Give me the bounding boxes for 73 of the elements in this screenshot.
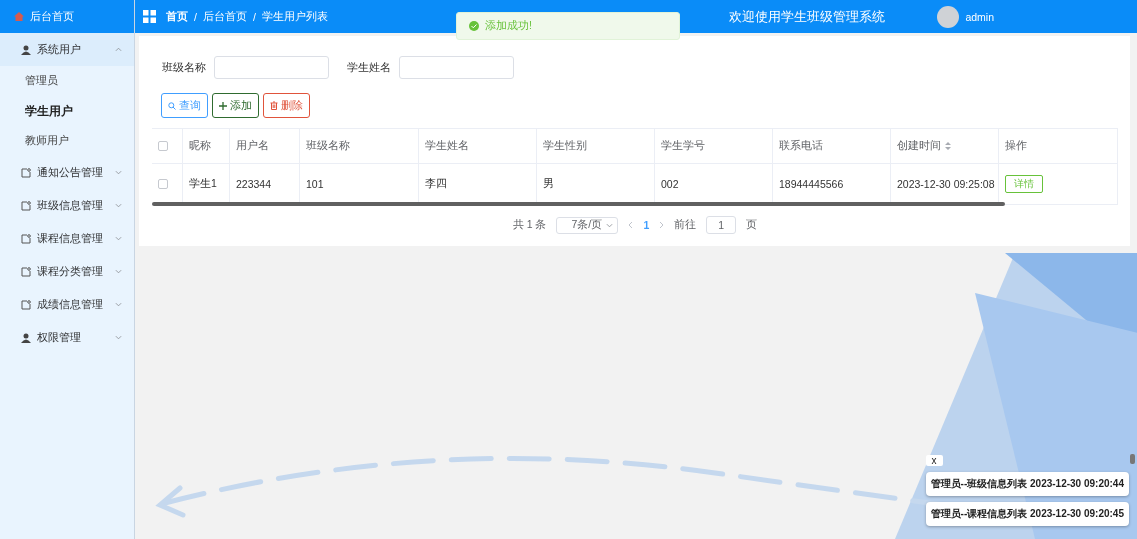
user-icon <box>21 44 31 55</box>
next-page-icon[interactable] <box>659 221 665 229</box>
sidebar-menu-item[interactable]: 通知公告管理 <box>0 156 134 189</box>
column-header: 学生姓名 <box>419 129 537 164</box>
breadcrumb-separator: / <box>194 10 197 23</box>
document-icon <box>21 299 31 310</box>
page-size-select[interactable]: 7条/页 <box>556 216 619 234</box>
vertical-scrollbar[interactable] <box>1130 454 1135 464</box>
chevron-down-icon <box>115 170 122 175</box>
sidebar-menu-item[interactable]: 课程分类管理 <box>0 255 134 288</box>
page-suffix: 页 <box>746 218 758 232</box>
sidebar-menu-item[interactable]: 成绩信息管理 <box>0 288 134 321</box>
plus-icon <box>219 101 227 110</box>
user-icon <box>21 332 31 343</box>
breadcrumb-separator: / <box>252 10 256 23</box>
menu-label: 课程信息管理 <box>37 231 104 246</box>
sidebar-submenu-item[interactable]: 管理员 <box>0 66 134 96</box>
column-header: 学生学号 <box>655 129 773 164</box>
column-header: 班级名称 <box>300 129 419 164</box>
total-count: 共 1 条 <box>512 218 547 232</box>
goto-label: 前往 <box>674 218 697 232</box>
goto-page-field[interactable]: 1 <box>706 216 737 234</box>
sidebar-menu-item[interactable]: 课程信息管理 <box>0 222 134 255</box>
input-field[interactable] <box>399 56 514 79</box>
notification-card[interactable]: 管理员--课程信息列表 2023-12-30 09:20:45 <box>925 502 1129 526</box>
filter-label: 学生姓名 <box>347 60 391 75</box>
column-header: 操作 <box>999 129 1118 164</box>
chevron-down-icon <box>115 302 122 307</box>
column-header: 昵称 <box>183 129 230 164</box>
menu-label: 系统用户 <box>37 42 82 57</box>
menu-label: 成绩信息管理 <box>37 297 104 312</box>
checkbox[interactable] <box>158 179 168 189</box>
sidebar-menu-item[interactable]: 系统用户 <box>0 33 134 66</box>
avatar[interactable] <box>937 5 960 28</box>
check-circle-icon <box>469 21 479 31</box>
menu-label: 通知公告管理 <box>37 165 104 180</box>
notification-card[interactable]: 管理员--班级信息列表 2023-12-30 09:20:44 <box>925 472 1129 496</box>
chevron-down-icon <box>115 269 122 274</box>
chevron-down-icon <box>115 203 122 208</box>
chevron-down-icon <box>606 222 614 228</box>
trash-icon <box>270 101 278 110</box>
close-button[interactable]: x <box>925 455 943 466</box>
document-icon <box>21 167 31 178</box>
menu-label: 课程分类管理 <box>37 264 104 279</box>
document-icon <box>21 266 31 277</box>
add-button[interactable]: 添加 <box>212 93 259 118</box>
delete-button[interactable]: 删除 <box>263 93 310 118</box>
column-header: 学生性别 <box>537 129 655 164</box>
sidebar-menu-item[interactable]: 权限管理 <box>0 321 134 354</box>
menu-label: 班级信息管理 <box>37 198 104 213</box>
chevron-down-icon <box>115 335 122 340</box>
chevron-up-icon <box>115 47 122 52</box>
system-title: 欢迎使用学生班级管理系统 <box>729 7 885 26</box>
column-header: 用户名 <box>230 129 300 164</box>
filter-label: 班级名称 <box>162 60 206 75</box>
input-field[interactable] <box>214 56 329 79</box>
grid-menu-icon[interactable] <box>143 10 156 23</box>
column-header[interactable]: 创建时间 <box>891 129 999 164</box>
column-header: 联系电话 <box>773 129 891 164</box>
horizontal-scrollbar[interactable] <box>152 202 1005 206</box>
chevron-down-icon <box>115 236 122 241</box>
document-icon <box>21 233 31 244</box>
toast-message: 添加成功! <box>485 19 532 33</box>
home-icon <box>14 12 24 21</box>
previous-page-icon[interactable] <box>628 221 634 229</box>
checkbox[interactable] <box>158 141 168 151</box>
sort-icon <box>945 142 951 150</box>
search-icon <box>168 101 176 110</box>
menu-label: 权限管理 <box>37 330 82 345</box>
sidebar-menu-item[interactable]: 班级信息管理 <box>0 189 134 222</box>
sidebar-submenu-item[interactable]: 学生用户 <box>0 96 134 126</box>
sidebar-submenu-item[interactable]: 教师用户 <box>0 126 134 156</box>
document-icon <box>21 200 31 211</box>
